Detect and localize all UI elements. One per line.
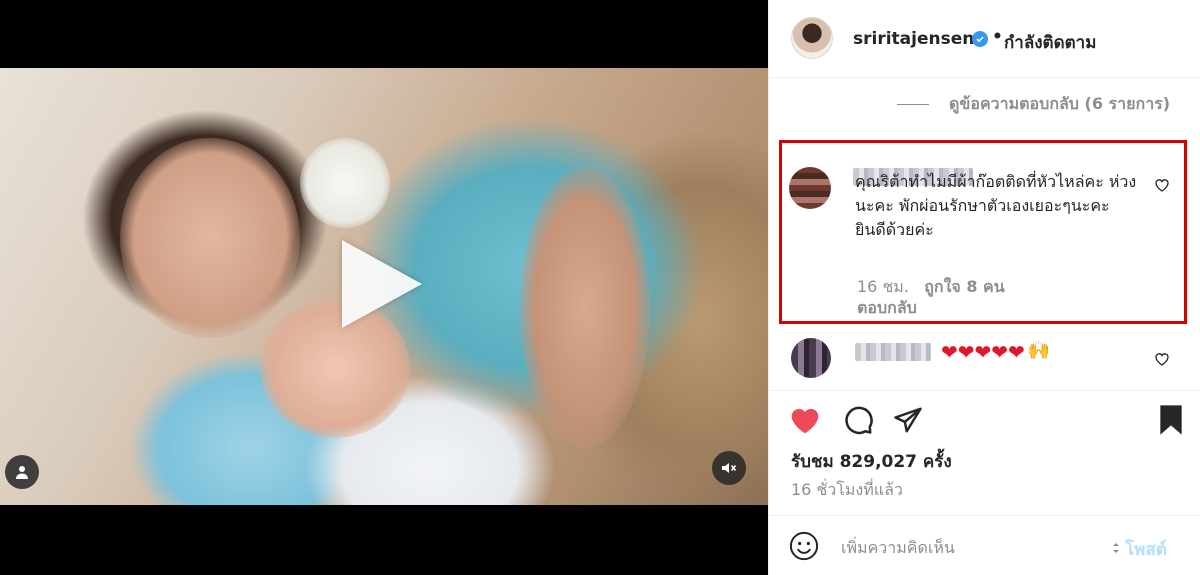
person-icon [16,466,28,479]
commenter-name-blurred-2[interactable] [855,343,931,361]
post-header: sriritajensen • กำลังติดตาม [769,0,1200,78]
post-button[interactable]: โพสต์ [1125,536,1167,563]
save-button[interactable] [1153,402,1189,438]
avatar[interactable] [791,17,833,59]
view-count[interactable]: รับชม 829,027 ครั้ง [791,448,952,475]
comment-2-emoji: ❤❤❤❤❤ 🙌 [941,340,1050,364]
smiley-icon[interactable] [789,531,819,561]
separator-dot: • [992,27,1003,47]
comment-composer: โพสต์ [769,515,1200,575]
comment-like-heart-icon[interactable] [1154,177,1170,193]
reply-button[interactable]: ตอบกลับ [857,296,917,321]
post-timestamp[interactable]: 16 ชั่วโมงที่แล้ว [791,478,903,503]
media-pane [0,0,768,575]
view-replies-label[interactable]: ดูข้อความตอบกลับ (6 รายการ) [897,92,1177,116]
comment-2-like-heart-icon[interactable] [1154,351,1170,367]
photo-region-bandage [300,138,390,228]
comment-icon [845,406,873,435]
play-icon[interactable] [342,240,422,328]
speaker-muted-icon [722,463,737,473]
bookmark-icon [1160,405,1182,435]
loading-spinner-icon [1113,543,1119,553]
verified-badge-icon [972,31,988,47]
like-button[interactable] [787,402,823,438]
comment-time[interactable]: 16 ชม. [857,277,909,296]
post-side-panel: sriritajensen • กำลังติดตาม ดูข้อความตอบ… [768,0,1200,575]
paper-plane-icon [894,407,922,433]
view-replies-link[interactable]: ดูข้อความตอบกลับ (6 รายการ) [897,92,1177,116]
follow-status-button[interactable]: กำลังติดตาม [1004,29,1096,56]
heart-icon [791,408,819,434]
commenter-avatar[interactable] [789,167,831,209]
username-link[interactable]: sriritajensen [853,29,974,49]
comment-likes[interactable]: ถูกใจ 8 คน [924,277,1004,296]
raised-hands-emoji: 🙌 [1027,340,1051,361]
mute-button[interactable] [712,451,746,485]
photo-region-face [120,138,300,338]
comment-input[interactable] [841,535,1101,559]
comment-text: คุณริต้าทำไมมีผ้าก๊อตติดที่หัวไหล่คะ ห่ว… [855,172,1137,239]
share-button[interactable] [890,402,926,438]
heart-emoji-row: ❤❤❤❤❤ [941,340,1025,364]
actions-divider [769,390,1200,391]
photo-region-arm [520,168,650,448]
commenter-avatar-2[interactable] [791,338,831,378]
comment-button[interactable] [841,402,877,438]
user-tag-button[interactable] [5,455,39,489]
